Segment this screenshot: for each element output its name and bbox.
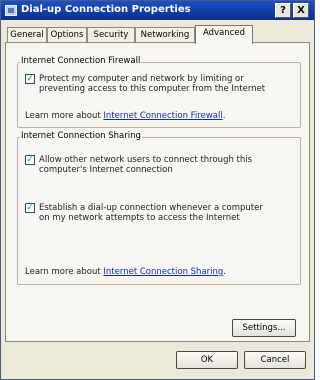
tab-advanced[interactable]: Advanced	[195, 25, 253, 44]
firewall-learn-link[interactable]: Internet Connection Firewall	[103, 111, 222, 121]
dial-on-demand-checkbox[interactable]: ✓	[25, 203, 35, 213]
sharing-group: Internet Connection Sharing ✓ Allow othe…	[17, 131, 301, 285]
tab-options[interactable]: Options	[47, 27, 87, 43]
firewall-option-label[interactable]: Protect my computer and network by limit…	[39, 74, 267, 94]
allow-sharing-label[interactable]: Allow other network users to connect thr…	[39, 155, 261, 175]
dial-on-demand-label[interactable]: Establish a dial-up connection whenever …	[39, 203, 267, 223]
sharing-learn-more: Learn more about Internet Connection Sha…	[25, 267, 226, 277]
firewall-group: Internet Connection Firewall ✓ Protect m…	[17, 56, 301, 128]
firewall-checkbox[interactable]: ✓	[25, 74, 35, 84]
title-bar[interactable]: Dial-up Connection Properties ? X	[1, 1, 314, 20]
advanced-panel: Internet Connection Firewall ✓ Protect m…	[5, 42, 310, 342]
sharing-learn-prefix: Learn more about	[25, 267, 104, 277]
cancel-button[interactable]: Cancel	[244, 351, 306, 369]
sharing-group-title: Internet Connection Sharing	[20, 131, 142, 141]
window-title: Dial-up Connection Properties	[21, 4, 191, 15]
sharing-learn-link[interactable]: Internet Connection Sharing	[103, 267, 223, 277]
allow-sharing-checkbox[interactable]: ✓	[25, 155, 35, 165]
firewall-learn-prefix: Learn more about	[25, 111, 104, 121]
dialog-window: Dial-up Connection Properties ? X Genera…	[0, 0, 315, 380]
tab-strip: General Options Security Networking Adva…	[5, 25, 310, 44]
firewall-group-title: Internet Connection Firewall	[20, 56, 142, 66]
ok-button[interactable]: OK	[176, 351, 238, 369]
settings-button[interactable]: Settings...	[232, 319, 296, 337]
network-connection-icon	[5, 5, 17, 16]
help-button[interactable]: ?	[275, 3, 291, 18]
firewall-learn-suffix: .	[222, 111, 226, 121]
tab-general[interactable]: General	[7, 27, 47, 43]
firewall-learn-more: Learn more about Internet Connection Fir…	[25, 111, 225, 121]
sharing-learn-suffix: .	[223, 267, 226, 277]
tab-security[interactable]: Security	[87, 27, 135, 43]
close-button[interactable]: X	[293, 3, 309, 18]
tab-networking[interactable]: Networking	[135, 27, 195, 43]
